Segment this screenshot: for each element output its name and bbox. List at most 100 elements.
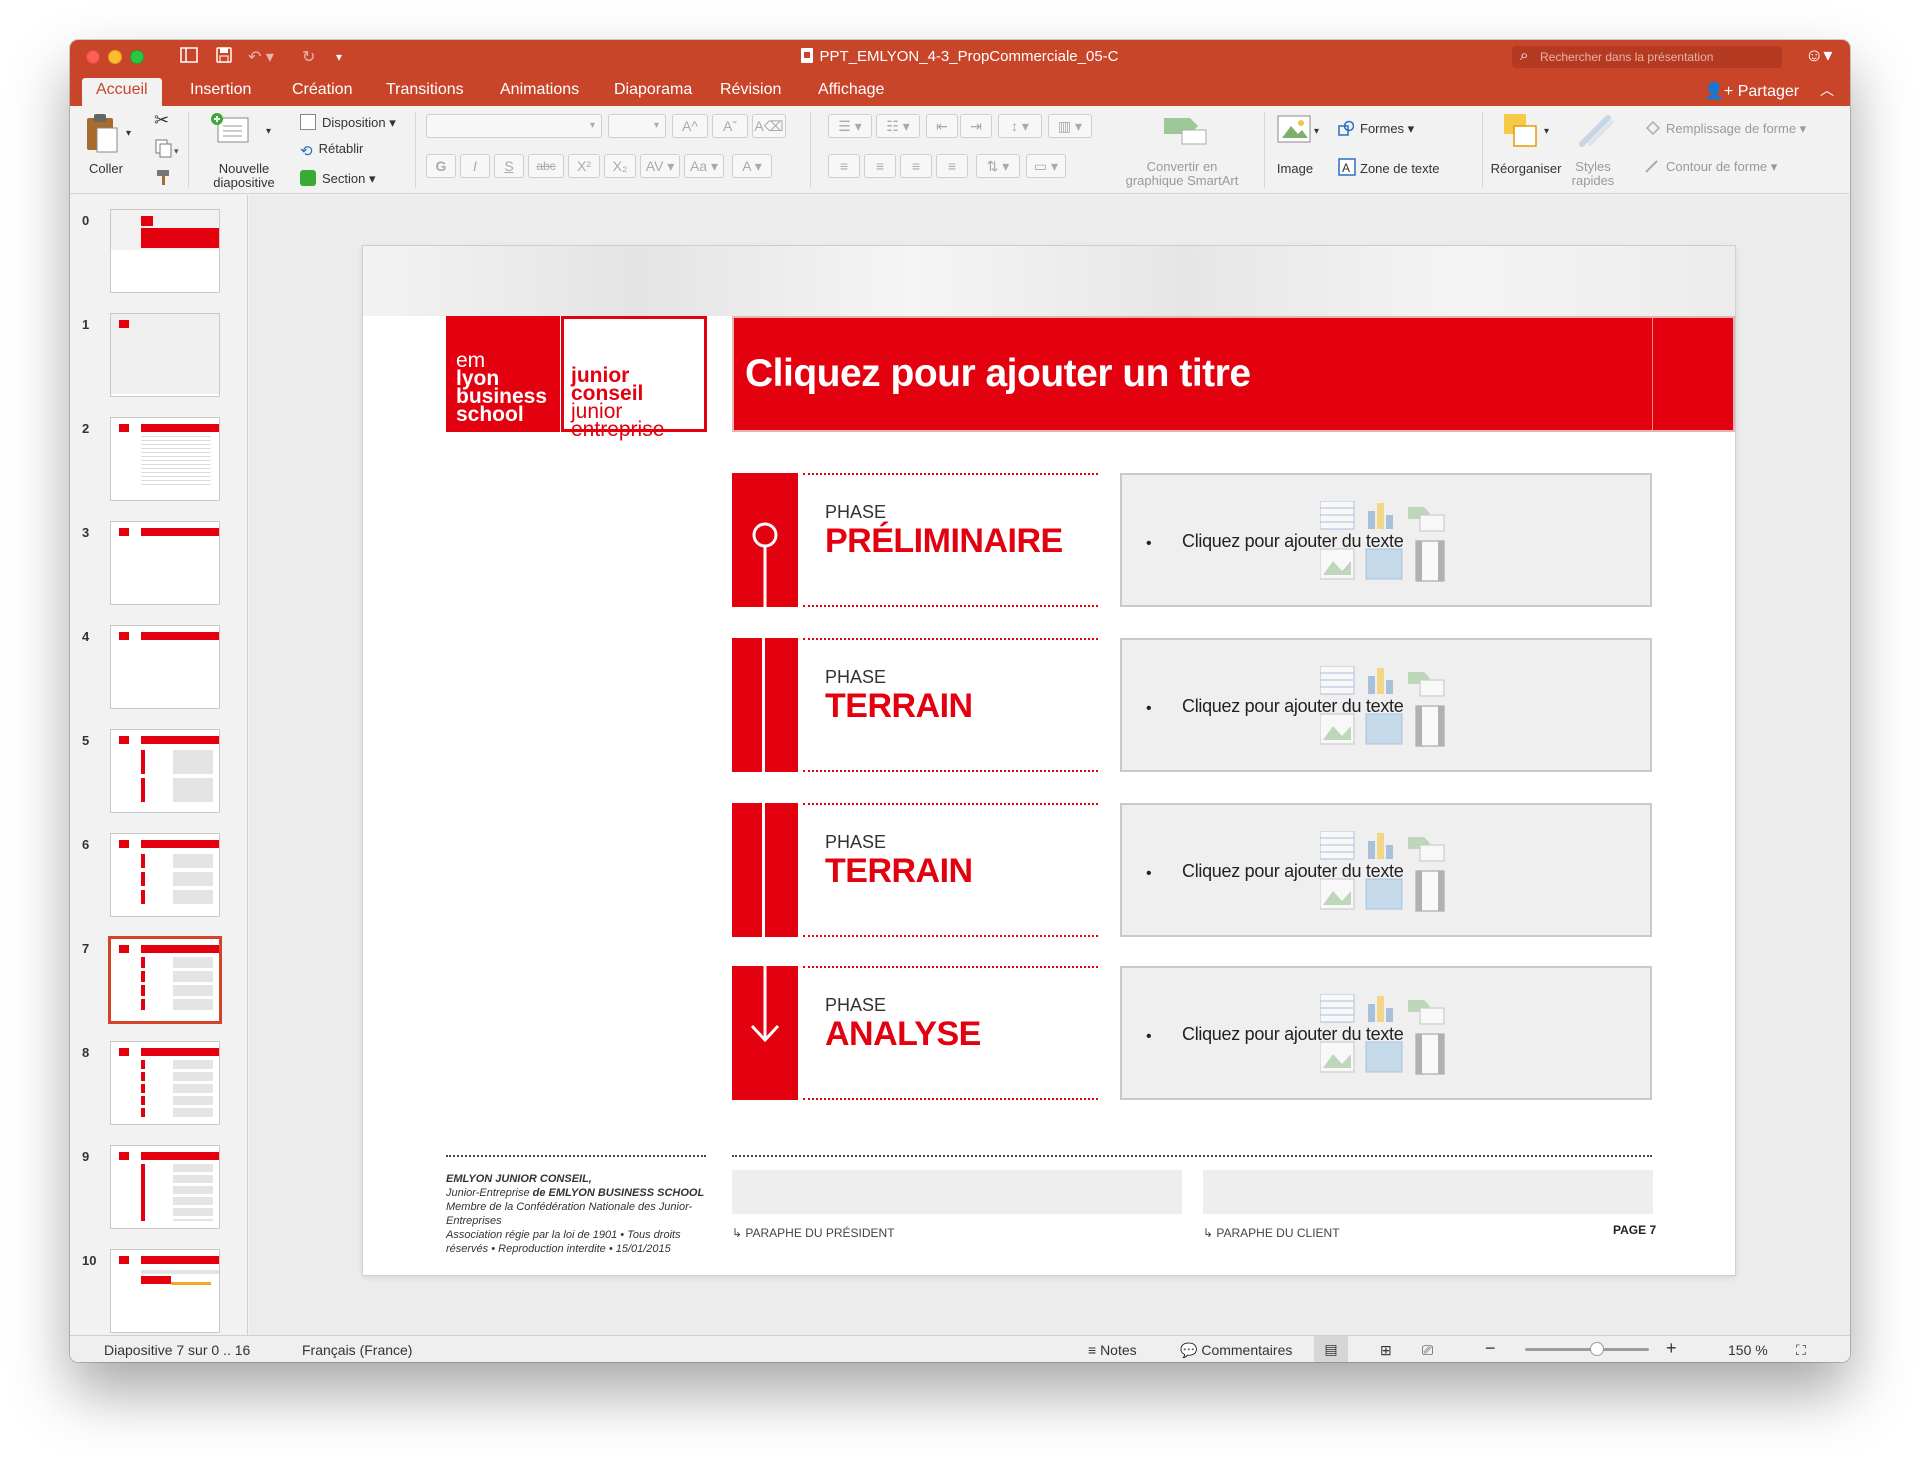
current-slide[interactable]: em lyon business school junior conseil j…: [363, 246, 1735, 1275]
tab-affichage[interactable]: Affichage: [818, 81, 884, 99]
content-placeholder[interactable]: • Cliquez pour ajouter du texte: [1120, 966, 1652, 1100]
content-placeholder[interactable]: • Cliquez pour ajouter du texte: [1120, 803, 1652, 937]
tab-transitions[interactable]: Transitions: [386, 81, 464, 99]
decrease-indent-button[interactable]: ⇤: [926, 114, 958, 138]
notes-button[interactable]: ≡ Notes: [1088, 1342, 1137, 1358]
image-icon[interactable]: [1276, 114, 1314, 151]
paste-options-chevron-icon[interactable]: ▾: [126, 128, 131, 139]
font-size-select[interactable]: ▾: [608, 114, 666, 138]
justify-button[interactable]: ≡: [936, 154, 968, 178]
feedback-smiley-icon[interactable]: ☺▾: [1805, 45, 1832, 66]
bold-button[interactable]: G: [426, 154, 456, 178]
presenter-view-button[interactable]: ⎚: [1422, 1342, 1433, 1359]
align-center-button[interactable]: ≡: [864, 154, 896, 178]
slide-thumbnail-selected[interactable]: [108, 936, 222, 1024]
tab-creation[interactable]: Création: [292, 81, 352, 99]
increase-indent-button[interactable]: ⇥: [960, 114, 992, 138]
font-color-button[interactable]: A ▾: [732, 154, 772, 178]
shapes-icon: [1338, 120, 1355, 136]
collapse-ribbon-icon[interactable]: ︿: [1820, 80, 1834, 100]
arrange-chevron-icon[interactable]: ▾: [1544, 126, 1549, 137]
align-left-button[interactable]: ≡: [828, 154, 860, 178]
tab-revision[interactable]: Révision: [720, 81, 781, 99]
new-slide-icon[interactable]: [210, 112, 250, 149]
clear-formatting-button[interactable]: A⌫: [752, 114, 786, 138]
zoom-level[interactable]: 150 %: [1728, 1342, 1768, 1358]
layout-button[interactable]: Disposition ▾: [300, 114, 396, 130]
underline-button[interactable]: S: [494, 154, 524, 178]
slide-thumbnail[interactable]: [110, 521, 220, 605]
normal-view-button[interactable]: ▤: [1314, 1336, 1348, 1362]
text-direction-button[interactable]: ⇅ ▾: [976, 154, 1020, 178]
thumbnail-number: 10: [82, 1253, 97, 1268]
slide-counter: Diapositive 7 sur 0 .. 16: [104, 1342, 251, 1358]
slide-sorter-button[interactable]: ⊞: [1380, 1342, 1392, 1359]
bullets-button[interactable]: ☰ ▾: [828, 114, 872, 138]
insert-content-icons: [1320, 831, 1445, 912]
president-signature-box[interactable]: [732, 1170, 1182, 1214]
shape-fill-button[interactable]: Remplissage de forme ▾: [1644, 120, 1806, 136]
tab-diaporama[interactable]: Diaporama: [614, 81, 692, 99]
change-case-button[interactable]: Aa ▾: [684, 154, 724, 178]
slide-thumbnail[interactable]: [110, 1249, 220, 1333]
character-spacing-button[interactable]: AV ▾: [640, 154, 680, 178]
line-spacing-button[interactable]: ↕ ▾: [998, 114, 1042, 138]
tab-insertion[interactable]: Insertion: [190, 81, 251, 99]
content-placeholder[interactable]: • Cliquez pour ajouter du texte: [1120, 473, 1652, 607]
client-signature-box[interactable]: [1203, 1170, 1653, 1214]
image-chevron-icon[interactable]: ▾: [1314, 126, 1319, 137]
bullet: •: [1146, 700, 1152, 717]
slide-thumbnail[interactable]: [110, 625, 220, 709]
shape-outline-button[interactable]: Contour de forme ▾: [1644, 158, 1777, 174]
arrange-icon[interactable]: [1502, 112, 1542, 155]
reset-button[interactable]: ⟲ Rétablir: [300, 142, 363, 161]
ribbon-separator: [1264, 112, 1265, 188]
subscript-button[interactable]: X₂: [604, 154, 636, 178]
numbering-button[interactable]: ☷ ▾: [876, 114, 920, 138]
zoom-out-button[interactable]: −: [1485, 1338, 1496, 1359]
comments-button[interactable]: 💬 Commentaires: [1180, 1342, 1292, 1359]
slide-title-placeholder[interactable]: Cliquez pour ajouter un titre: [745, 352, 1251, 396]
format-painter-icon[interactable]: [154, 168, 174, 191]
tab-accueil[interactable]: Accueil: [82, 78, 162, 106]
align-right-button[interactable]: ≡: [900, 154, 932, 178]
align-text-button[interactable]: ▭ ▾: [1026, 154, 1066, 178]
slide-thumbnail[interactable]: [110, 417, 220, 501]
new-slide-chevron-icon[interactable]: ▾: [266, 126, 271, 137]
zoom-in-button[interactable]: +: [1666, 1338, 1677, 1359]
increase-font-button[interactable]: A^: [672, 114, 708, 138]
zoom-slider-thumb[interactable]: [1589, 1342, 1604, 1356]
columns-button[interactable]: ▥ ▾: [1048, 114, 1092, 138]
phase-label: PHASE: [825, 995, 887, 1015]
search-input[interactable]: ⌕ Rechercher dans la présentation: [1512, 46, 1782, 68]
shapes-button[interactable]: Formes ▾: [1338, 120, 1414, 136]
zoom-slider-track[interactable]: [1525, 1348, 1649, 1351]
textbox-button[interactable]: A Zone de texte: [1338, 158, 1440, 176]
language-indicator[interactable]: Français (France): [302, 1342, 412, 1358]
slide-thumbnail[interactable]: [110, 209, 220, 293]
smartart-icon[interactable]: [1160, 114, 1212, 153]
copy-icon[interactable]: ▾: [154, 138, 180, 163]
slide-editing-canvas[interactable]: em lyon business school junior conseil j…: [249, 195, 1850, 1335]
svg-text:A: A: [1342, 161, 1350, 175]
paste-icon[interactable]: [84, 112, 118, 159]
slide-thumbnail[interactable]: [110, 729, 220, 813]
slide-thumbnail[interactable]: [110, 1145, 220, 1229]
share-button[interactable]: 👤+ Partager: [1704, 81, 1799, 101]
strikethrough-button[interactable]: abc: [528, 154, 564, 178]
italic-button[interactable]: I: [460, 154, 490, 178]
tab-animations[interactable]: Animations: [500, 81, 579, 99]
slide-thumbnail[interactable]: [110, 1041, 220, 1125]
content-placeholder[interactable]: • Cliquez pour ajouter du texte: [1120, 638, 1652, 772]
fit-to-window-button[interactable]: ⛶: [1796, 1342, 1806, 1359]
slide-thumbnail[interactable]: [110, 313, 220, 397]
slide-thumbnails-panel[interactable]: 0 1 2 3 4 5 6 7 8 9 10: [70, 195, 248, 1335]
slide-thumbnail[interactable]: [110, 833, 220, 917]
decrease-font-button[interactable]: Aˇ: [712, 114, 748, 138]
cut-icon[interactable]: ✂: [154, 110, 169, 131]
superscript-button[interactable]: X²: [568, 154, 600, 178]
section-button[interactable]: Section ▾: [300, 170, 376, 186]
thumbnail-number: 8: [82, 1045, 90, 1060]
font-family-select[interactable]: ▾: [426, 114, 602, 138]
quick-styles-icon[interactable]: [1576, 114, 1616, 153]
